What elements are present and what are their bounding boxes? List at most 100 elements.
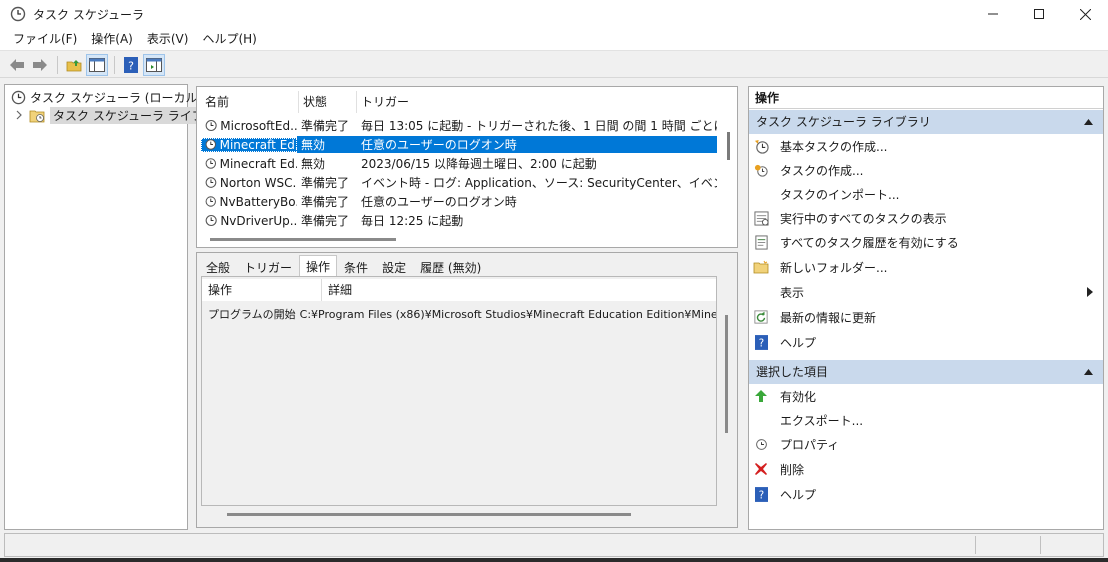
task-row[interactable]: NvDriverUp... 準備完了 毎日 12:25 に起動 (201, 211, 721, 230)
menu-view[interactable]: 表示(V) (140, 28, 196, 51)
task-clock-icon (205, 177, 217, 188)
action-label: 実行中のすべてのタスクの表示 (780, 211, 947, 226)
tab-conditions[interactable]: 条件 (337, 257, 375, 277)
collapse-up-icon[interactable] (1084, 369, 1093, 375)
toolbar-separator (114, 55, 115, 74)
action-detail: C:¥Program Files (x86)¥Microsoft Studios… (299, 307, 716, 321)
console-tree: タスク スケジューラ (ローカル) タスク スケジューラ ライブラリ (4, 84, 231, 530)
action-enable[interactable]: 有効化 (753, 385, 1101, 407)
task-list-horizontal-scrollbar[interactable] (210, 238, 396, 241)
action-delete[interactable]: 削除 (753, 458, 1101, 480)
task-clock-icon (205, 196, 216, 207)
action-new-folder[interactable]: 新しいフォルダー... (753, 256, 1101, 278)
delete-icon (755, 463, 767, 475)
detail-vertical-scrollbar[interactable] (725, 315, 728, 433)
action-show-running-tasks[interactable]: 実行中のすべてのタスクの表示 (753, 207, 1101, 229)
action-view-menu[interactable]: 表示 (753, 281, 1101, 303)
task-name: NvDriverUp... (220, 213, 297, 228)
section-header-library[interactable]: タスク スケジューラ ライブラリ (749, 110, 1103, 134)
action-create-task[interactable]: タスクの作成... (753, 159, 1101, 181)
folder-up-icon (66, 59, 82, 71)
tree-item-root-label: タスク スケジューラ (ローカル) (30, 90, 203, 105)
task-trigger: 任意のユーザーのログオン時 (357, 136, 717, 153)
action-export[interactable]: エクスポート... (753, 409, 1101, 431)
task-row[interactable]: Minecraft Ed... 無効 2023/06/15 以降毎週土曜日、2:… (201, 154, 721, 173)
column-header-status[interactable]: 状態 (299, 91, 357, 113)
section-header-selected-item[interactable]: 選択した項目 (749, 360, 1103, 384)
task-history-icon (754, 234, 768, 250)
menu-file[interactable]: ファイル(F) (6, 28, 84, 51)
column-header-action[interactable]: 操作 (202, 279, 322, 301)
action-label: ヘルプ (780, 335, 817, 350)
task-name: Minecraft Ed... (219, 156, 297, 171)
properties-icon (755, 438, 767, 450)
task-clock-icon (205, 158, 217, 169)
title-bar: タスク スケジューラ (0, 0, 1108, 28)
folder-clock-icon (29, 110, 45, 122)
task-status: 準備完了 (301, 119, 350, 133)
actions-tab-body: 操作 詳細 プログラムの開始 C:¥Program Files (x86)¥Mi… (201, 276, 717, 506)
action-label: 新しいフォルダー... (780, 260, 888, 275)
collapse-up-icon[interactable] (1084, 119, 1093, 125)
action-properties[interactable]: プロパティ (753, 433, 1101, 455)
svg-text:?: ? (758, 338, 763, 349)
folder-up-button[interactable] (63, 54, 85, 76)
action-create-basic-task[interactable]: 基本タスクの作成... (753, 135, 1101, 157)
actions-pane: 操作 タスク スケジューラ ライブラリ 基本タスクの作成... タスクの作成..… (748, 86, 1104, 530)
action-import-task[interactable]: タスクのインポート... (753, 183, 1101, 205)
status-bar-divider (1040, 536, 1041, 554)
action-enable-all-task-history[interactable]: すべてのタスク履歴を有効にする (753, 231, 1101, 253)
task-trigger: 毎日 12:25 に起動 (361, 214, 464, 228)
toolbar-separator (57, 55, 58, 74)
clock-icon (10, 6, 26, 22)
tab-triggers[interactable]: トリガー (237, 257, 299, 277)
close-button[interactable] (1062, 0, 1108, 28)
column-header-name[interactable]: 名前 (201, 91, 299, 113)
help-button[interactable]: ? (120, 54, 142, 76)
task-row-selected[interactable]: Minecraft Ed... 無効 任意のユーザーのログオン時 (201, 135, 721, 154)
column-header-trigger[interactable]: トリガー (357, 91, 737, 113)
chevron-right-icon[interactable] (15, 110, 23, 120)
task-clock-icon (205, 119, 217, 132)
action-help-selected[interactable]: ? ヘルプ (753, 483, 1101, 505)
tree-item-root[interactable]: タスク スケジューラ (ローカル) (11, 88, 202, 106)
task-row[interactable]: Norton WSC... 準備完了 イベント時 - ログ: Applicati… (201, 173, 721, 192)
task-clock-icon (205, 139, 217, 150)
tab-history[interactable]: 履歴 (無効) (413, 257, 488, 277)
detail-horizontal-scrollbar[interactable] (227, 513, 631, 516)
back-arrow-icon (10, 58, 24, 71)
show-hide-console-tree-button[interactable] (86, 53, 108, 76)
action-label: すべてのタスク履歴を有効にする (780, 235, 959, 250)
action-help[interactable]: ? ヘルプ (753, 331, 1101, 353)
task-status: 準備完了 (301, 195, 350, 209)
menu-help[interactable]: ヘルプ(H) (195, 28, 263, 51)
tab-actions[interactable]: 操作 (299, 255, 338, 277)
tab-general[interactable]: 全般 (199, 257, 237, 277)
task-name: Norton WSC... (219, 175, 297, 190)
task-name: Minecraft Ed... (219, 137, 297, 152)
maximize-button[interactable] (1016, 0, 1062, 28)
task-status: 準備完了 (301, 176, 350, 190)
back-button[interactable] (6, 54, 28, 76)
section-header-selected-item-label: 選択した項目 (756, 365, 829, 379)
show-hide-action-pane-button[interactable] (143, 53, 165, 76)
menu-action[interactable]: 操作(A) (84, 28, 140, 51)
window-title: タスク スケジューラ (33, 7, 144, 22)
task-row[interactable]: NvBatteryBo... 準備完了 任意のユーザーのログオン時 (201, 192, 721, 211)
action-row[interactable]: プログラムの開始 C:¥Program Files (x86)¥Microsof… (202, 305, 716, 323)
minimize-button[interactable] (970, 0, 1016, 28)
forward-button[interactable] (29, 54, 51, 76)
task-list: 名前 状態 トリガー MicrosoftEd... 準備完了 毎日 13:05 … (196, 86, 738, 248)
task-status: 無効 (297, 136, 357, 153)
task-row[interactable]: MicrosoftEd... 準備完了 毎日 13:05 に起動 - トリガーさ… (201, 116, 721, 135)
clock-icon (11, 90, 26, 104)
section-header-library-label: タスク スケジューラ ライブラリ (756, 115, 931, 129)
svg-text:?: ? (128, 59, 134, 72)
task-list-vertical-scrollbar[interactable] (727, 132, 730, 160)
help-icon: ? (754, 486, 768, 502)
taskbar-edge (0, 558, 1108, 562)
column-header-detail[interactable]: 詳細 (322, 279, 716, 301)
enable-arrow-icon (755, 390, 767, 402)
tab-settings[interactable]: 設定 (375, 257, 413, 277)
action-refresh[interactable]: 最新の情報に更新 (753, 306, 1101, 328)
